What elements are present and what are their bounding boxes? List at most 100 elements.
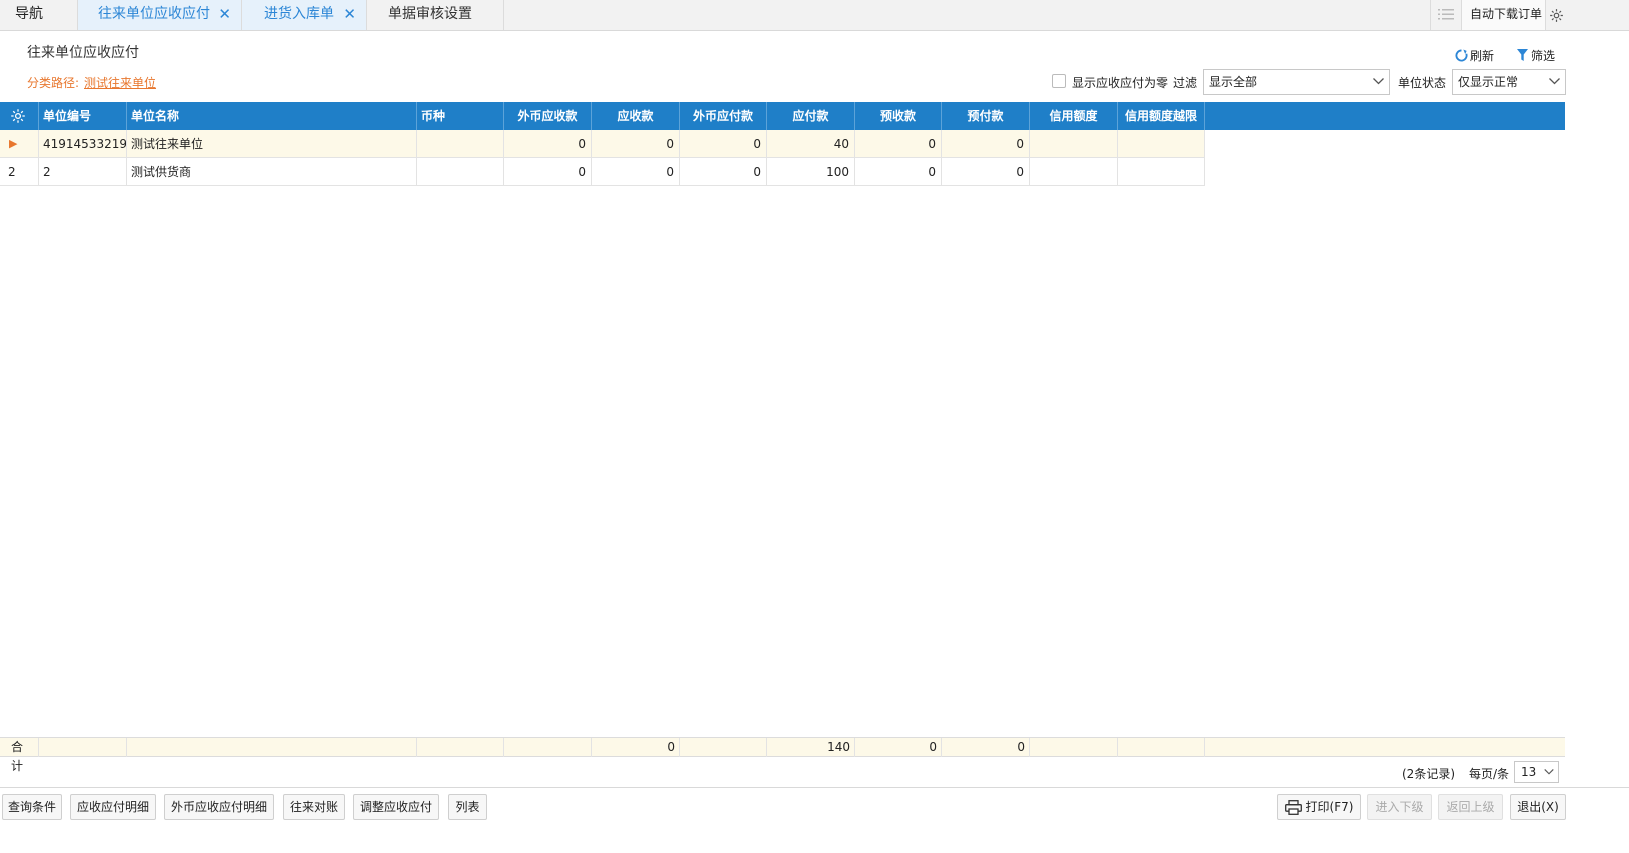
record-count: (2条记录)	[1402, 767, 1455, 781]
cell-unit-code[interactable]: 41914533219...	[39, 130, 127, 158]
column-settings-button[interactable]	[0, 102, 39, 130]
summary-cell	[39, 738, 127, 757]
cell-prepaid-received[interactable]: 0	[855, 130, 942, 158]
tab-document-audit-settings[interactable]: 单据审核设置	[367, 0, 504, 30]
cell-payable[interactable]: 40	[767, 130, 855, 158]
cell-credit-limit[interactable]	[1030, 158, 1118, 186]
fx-receivable-payable-detail-button[interactable]: 外币应收应付明细	[164, 794, 274, 820]
filter-select[interactable]: 显示全部	[1203, 69, 1390, 95]
filter-select-label: 过滤	[1173, 76, 1198, 90]
column-header[interactable]: 预收款	[855, 102, 942, 130]
cell-prepaid[interactable]: 0	[942, 158, 1030, 186]
cell-fx-payable[interactable]: 0	[680, 130, 767, 158]
exit-button[interactable]: 退出(X)	[1510, 794, 1566, 820]
summary-label: 合计	[0, 738, 39, 773]
bottom-toolbar: 查询条件 应收应付明细 外币应收应付明细 往来对账 调整应收应付 列表 打印(F…	[0, 787, 1629, 853]
gear-icon	[1550, 9, 1563, 22]
column-header[interactable]: 应收款	[592, 102, 680, 130]
cell-prepaid-received[interactable]: 0	[855, 158, 942, 186]
print-label: 打印(F7)	[1305, 800, 1354, 814]
auto-download-orders-button[interactable]: 自动下载订单	[1461, 0, 1545, 30]
tab-purchase-receipt[interactable]: 进货入库单 ✕	[242, 0, 367, 30]
cell-unit-name[interactable]: 测试供货商	[127, 158, 417, 186]
table-row[interactable]: 2 2 测试供货商 0 0 0 100 0 0	[0, 158, 1205, 186]
cell-fx-receivable[interactable]: 0	[504, 130, 592, 158]
summary-cell	[1118, 738, 1205, 757]
row-number: 2	[0, 158, 39, 186]
per-page-label: 每页/条	[1469, 767, 1510, 781]
cell-unit-name[interactable]: 测试往来单位	[127, 130, 417, 158]
grid-header: 单位编号 单位名称 币种 外币应收款 应收款 外币应付款 应付款 预收款 预付款…	[0, 102, 1565, 130]
summary-cell	[504, 738, 592, 757]
cell-receivable[interactable]: 0	[592, 130, 680, 158]
refresh-label: 刷新	[1470, 49, 1495, 63]
unit-status-label: 单位状态	[1398, 76, 1447, 90]
per-page-value: 13	[1521, 765, 1537, 779]
summary-prepaid: 0	[942, 738, 1030, 757]
unit-status-value: 仅显示正常	[1458, 75, 1519, 89]
per-page-select[interactable]: 13	[1514, 761, 1559, 783]
tab-navigation[interactable]: 导航	[0, 0, 78, 30]
summary-cell	[127, 738, 417, 757]
cell-credit-over[interactable]	[1118, 158, 1205, 186]
table-row[interactable]: ▶ 41914533219... 测试往来单位 0 0 0 40 0 0	[0, 130, 1205, 158]
enter-subcategory-button[interactable]: 进入下级	[1367, 794, 1432, 820]
summary-receivable: 0	[592, 738, 680, 757]
filter-select-value: 显示全部	[1209, 75, 1258, 89]
list-button[interactable]: 列表	[448, 794, 487, 820]
summary-row: 合计 0 140 0 0	[0, 737, 1565, 773]
receivable-payable-detail-button[interactable]: 应收应付明细	[70, 794, 156, 820]
return-up-button[interactable]: 返回上级	[1438, 794, 1503, 820]
column-header[interactable]: 信用额度	[1030, 102, 1118, 130]
cell-receivable[interactable]: 0	[592, 158, 680, 186]
unit-status-select[interactable]: 仅显示正常	[1452, 69, 1566, 95]
page-title: 往来单位应收应付	[27, 45, 139, 61]
column-header[interactable]: 币种	[417, 102, 504, 130]
column-header[interactable]: 外币应收款	[504, 102, 592, 130]
summary-cell	[1030, 738, 1118, 757]
refresh-button[interactable]: 刷新	[1455, 47, 1494, 64]
show-zero-checkbox[interactable]	[1052, 74, 1066, 88]
cell-currency[interactable]	[417, 130, 504, 158]
settings-button[interactable]	[1545, 0, 1567, 30]
close-icon[interactable]: ✕	[218, 0, 231, 28]
cell-prepaid[interactable]: 0	[942, 130, 1030, 158]
reconciliation-button[interactable]: 往来对账	[283, 794, 345, 820]
show-zero-label: 显示应收应付为零	[1072, 76, 1169, 90]
list-menu-button[interactable]	[1430, 0, 1460, 30]
category-path-link[interactable]: 测试往来单位	[84, 74, 156, 91]
cell-currency[interactable]	[417, 158, 504, 186]
chevron-down-icon	[1373, 78, 1384, 85]
adjust-receivable-payable-button[interactable]: 调整应收应付	[353, 794, 439, 820]
column-header[interactable]: 应付款	[767, 102, 855, 130]
category-path-label: 分类路径:	[27, 76, 80, 90]
column-header[interactable]: 单位名称	[127, 102, 417, 130]
filter-button[interactable]: 筛选	[1517, 47, 1555, 64]
cell-fx-payable[interactable]: 0	[680, 158, 767, 186]
chevron-down-icon	[1549, 78, 1560, 85]
row-indicator: ▶	[0, 130, 39, 158]
tab-bar: 导航 往来单位应收应付 ✕ 进货入库单 ✕ 单据审核设置 自动下载订单	[0, 0, 1629, 31]
chevron-down-icon	[1544, 769, 1554, 775]
summary-cell	[680, 738, 767, 757]
cell-fx-receivable[interactable]: 0	[504, 158, 592, 186]
summary-payable: 140	[767, 738, 855, 757]
summary-prepaid-received: 0	[855, 738, 942, 757]
filter-label: 筛选	[1531, 49, 1556, 63]
cell-credit-limit[interactable]	[1030, 130, 1118, 158]
print-button[interactable]: 打印(F7)	[1277, 794, 1361, 820]
tab-receivables-payables[interactable]: 往来单位应收应付 ✕	[78, 0, 242, 30]
close-icon[interactable]: ✕	[343, 0, 356, 28]
query-conditions-button[interactable]: 查询条件	[2, 794, 62, 820]
column-header[interactable]: 外币应付款	[680, 102, 767, 130]
cell-payable[interactable]: 100	[767, 158, 855, 186]
cell-credit-over[interactable]	[1118, 130, 1205, 158]
cell-unit-code[interactable]: 2	[39, 158, 127, 186]
column-header[interactable]: 单位编号	[39, 102, 127, 130]
tab-label: 进货入库单	[264, 6, 334, 22]
column-header[interactable]: 预付款	[942, 102, 1030, 130]
printer-icon	[1284, 800, 1302, 815]
column-header[interactable]: 信用额度越限	[1118, 102, 1205, 130]
funnel-icon	[1517, 49, 1528, 61]
tab-label: 往来单位应收应付	[98, 6, 210, 22]
